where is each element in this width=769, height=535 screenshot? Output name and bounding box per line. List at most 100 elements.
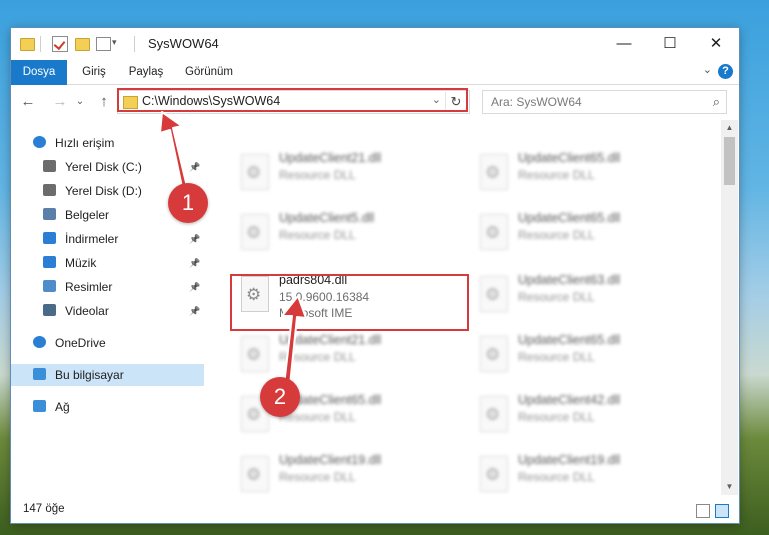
sidebar-item[interactable]: Ağ	[11, 396, 204, 418]
file-name: UpdateClient5.dll	[279, 211, 375, 225]
refresh-button[interactable]: ↻	[445, 92, 466, 112]
title-bar: ▾ SysWOW64 — ☐ ✕	[11, 28, 739, 60]
file-description: Resource DLL	[518, 410, 595, 424]
sidebar-item-label: Bu bilgisayar	[55, 368, 124, 382]
file-item[interactable]: UpdateClient63.dll Resource DLL	[476, 270, 698, 324]
tab-share[interactable]: Paylaş	[123, 60, 169, 84]
sidebar-item[interactable]: Bu bilgisayar	[11, 364, 204, 386]
dll-file-icon	[241, 154, 269, 190]
pin-icon[interactable]: 📌	[189, 300, 200, 322]
vertical-scrollbar[interactable]: ▲ ▼	[721, 120, 738, 495]
dll-file-icon	[480, 154, 508, 190]
file-company: Microsoft IME	[279, 306, 353, 320]
tab-home[interactable]: Giriş	[73, 60, 115, 84]
dll-file-icon	[480, 276, 508, 312]
videos-icon	[43, 304, 56, 316]
file-item[interactable]: padrs804.dll 15.0.9600.16384 Microsoft IME	[237, 270, 459, 324]
dll-file-icon	[241, 336, 269, 372]
file-name: padrs804.dll	[279, 273, 348, 287]
drive-icon	[43, 160, 56, 172]
separator	[40, 36, 41, 52]
tiles-view-icon[interactable]	[715, 504, 729, 518]
file-item[interactable]: UpdateClient19.dll Resource DLL	[476, 450, 698, 495]
sidebar-item-label: Yerel Disk (D:)	[65, 184, 142, 198]
documents-icon	[43, 208, 56, 220]
dll-file-icon	[480, 336, 508, 372]
file-item[interactable]: UpdateClient65.dll Resource DLL	[476, 148, 698, 202]
item-count: 147 öğe	[23, 503, 65, 515]
dll-file-icon	[480, 456, 508, 492]
pin-icon[interactable]: 📌	[189, 228, 200, 250]
file-name: UpdateClient19.dll	[279, 453, 382, 467]
file-name: UpdateClient65.dll	[518, 151, 621, 165]
tab-view[interactable]: Görünüm	[181, 60, 237, 84]
sidebar-item-label: Yerel Disk (C:)	[65, 160, 142, 174]
up-button[interactable]: ↑	[93, 91, 115, 113]
star-icon	[33, 136, 46, 148]
address-row: ← → ⌄ ↑ C:\Windows\SysWOW64 ⌄ ↻ Ara: Sys…	[11, 85, 739, 119]
explorer-window: ▾ SysWOW64 — ☐ ✕ Dosya Giriş Paylaş Görü…	[11, 28, 739, 523]
status-bar: 147 öğe	[11, 498, 739, 523]
recent-locations-button[interactable]: ⌄	[73, 91, 87, 113]
file-description: Resource DLL	[518, 228, 595, 242]
dll-file-icon	[241, 276, 269, 312]
ribbon-expand-icon[interactable]: ⌄	[703, 63, 712, 76]
file-description: 15.0.9600.16384	[279, 290, 370, 304]
sidebar-item-label: İndirmeler	[65, 232, 119, 246]
close-button[interactable]: ✕	[693, 28, 739, 60]
file-name: UpdateClient21.dll	[279, 151, 382, 165]
pin-icon[interactable]: 📌	[189, 156, 200, 178]
maximize-button[interactable]: ☐	[647, 28, 693, 60]
quick-access-dropdown-icon[interactable]: ▾	[112, 37, 117, 48]
file-item[interactable]: UpdateClient21.dll Resource DLL	[237, 330, 459, 384]
sidebar-item[interactable]: Hızlı erişim	[11, 132, 204, 154]
file-item[interactable]: UpdateClient65.dll Resource DLL	[476, 208, 698, 262]
address-path[interactable]: C:\Windows\SysWOW64	[142, 94, 280, 108]
pin-icon[interactable]: 📌	[189, 276, 200, 298]
file-item[interactable]: UpdateClient5.dll Resource DLL	[237, 208, 459, 262]
computer-icon	[33, 368, 46, 380]
sidebar-item[interactable]: Videolar 📌	[11, 300, 204, 322]
new-folder-icon[interactable]	[75, 38, 90, 51]
network-icon	[33, 400, 46, 412]
file-item[interactable]: UpdateClient19.dll Resource DLL	[237, 450, 459, 495]
scroll-up-icon[interactable]: ▲	[721, 120, 738, 136]
help-icon[interactable]: ?	[718, 64, 733, 79]
file-item[interactable]: UpdateClient65.dll Resource DLL	[476, 330, 698, 384]
window-title: SysWOW64	[148, 36, 219, 51]
address-dropdown-icon[interactable]: ⌄	[432, 93, 441, 106]
sidebar-item[interactable]: Müzik 📌	[11, 252, 204, 274]
forward-button[interactable]: →	[49, 91, 71, 113]
file-item[interactable]: UpdateClient42.dll Resource DLL	[476, 390, 698, 444]
file-name: UpdateClient65.dll	[518, 333, 621, 347]
folder-icon	[20, 38, 35, 51]
scroll-down-icon[interactable]: ▼	[721, 479, 738, 495]
sidebar-item[interactable]: OneDrive	[11, 332, 204, 354]
file-name: UpdateClient19.dll	[518, 453, 621, 467]
scroll-thumb[interactable]	[724, 137, 735, 185]
sidebar-item[interactable]: Resimler 📌	[11, 276, 204, 298]
back-button[interactable]: ←	[17, 91, 39, 113]
file-item[interactable]: UpdateClient21.dll Resource DLL	[237, 148, 459, 202]
file-name: UpdateClient63.dll	[518, 273, 621, 287]
file-list: UpdateClient21.dllResource DLLUpdateClie…	[217, 120, 721, 495]
sidebar-item-label: Belgeler	[65, 208, 110, 222]
sidebar-item[interactable]: Yerel Disk (C:) 📌	[11, 156, 204, 178]
properties-icon[interactable]	[52, 36, 68, 52]
navigation-pane: Hızlı erişim Yerel Disk (C:) 📌 Yerel Disk (…	[11, 120, 204, 495]
separator	[134, 36, 135, 52]
dll-file-icon	[480, 214, 508, 250]
sidebar-item-label: Müzik	[65, 256, 97, 270]
minimize-button[interactable]: —	[601, 28, 647, 60]
pin-icon[interactable]: 📌	[189, 252, 200, 274]
address-bar[interactable]: C:\Windows\SysWOW64 ⌄ ↻	[117, 90, 470, 114]
view-icon[interactable]	[96, 37, 111, 51]
drive-icon	[43, 184, 56, 196]
callout-badge-2: 2	[260, 377, 300, 417]
cloud-icon	[33, 336, 46, 348]
search-input[interactable]: Ara: SysWOW64 ⌕	[482, 90, 727, 114]
file-description: Resource DLL	[279, 350, 356, 364]
search-icon[interactable]: ⌕	[713, 94, 720, 110]
sidebar-item[interactable]: İndirmeler 📌	[11, 228, 204, 250]
details-view-icon[interactable]	[696, 504, 710, 518]
